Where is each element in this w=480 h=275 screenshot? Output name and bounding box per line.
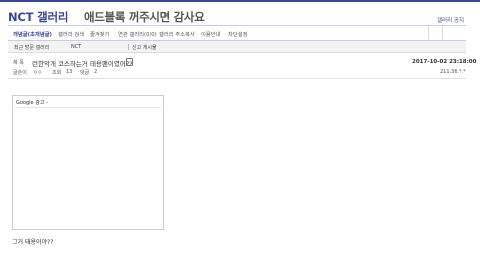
gallery-subtitle: 애드블록 꺼주시면 감사요	[84, 10, 205, 24]
post-title: 런한악개 코스하는거 태용팬이였어??	[32, 60, 133, 68]
ad-label: Google 광고 -	[16, 100, 48, 106]
recent-gallery-link[interactable]: NCT	[71, 44, 81, 50]
report-posts-link[interactable]: 신고 게시물	[132, 44, 157, 51]
views-count: 13	[66, 69, 73, 75]
menu-toggle-button[interactable]	[428, 26, 443, 40]
gallery-notice-link[interactable]: 갤러리 공지	[437, 16, 464, 24]
menu-item-concept-posts[interactable]: 개념글(초개념글)	[13, 30, 52, 38]
menu-item-gallery-search[interactable]: 갤러리 검색	[58, 30, 84, 38]
post-author[interactable]: ㅇㅇ	[33, 69, 42, 76]
top-accent-bar	[0, 0, 480, 2]
menu-item-copy-address[interactable]: 갤러리 주소복사	[159, 30, 195, 38]
author-ip: 211.36.*.*	[440, 69, 466, 75]
ad-divider	[15, 107, 161, 108]
header-divider	[8, 78, 466, 79]
menu-item-favorites[interactable]: 즐겨찾기	[90, 30, 110, 38]
menu-item-usage-guide[interactable]: 이용안내	[201, 30, 221, 38]
gallery-title[interactable]: NCT 갤러리	[8, 9, 68, 25]
title-label: 제 목	[13, 60, 24, 66]
menu-extra-button[interactable]	[442, 26, 475, 40]
menu-item-block-settings[interactable]: 차단설정	[228, 30, 248, 38]
menu-item-related-galleries[interactable]: 연관 갤러리(0/0)	[118, 30, 157, 38]
google-ad-box[interactable]: Google 광고 -	[12, 95, 164, 230]
comments-count[interactable]: 2	[94, 69, 97, 75]
info-divider	[128, 44, 129, 50]
mobile-icon	[126, 58, 133, 66]
recent-visit-bar: 최근 방문 갤러리 NCT 신고 게시물	[8, 41, 466, 53]
views-label: 조회	[52, 70, 62, 76]
recent-visit-label: 최근 방문 갤러리	[14, 45, 50, 51]
post-body: 그거 태용이야??	[12, 239, 54, 246]
author-label: 글쓴이	[13, 70, 27, 76]
comments-label: 댓글	[80, 70, 90, 76]
post-date: 2017-10-02 23:18:00	[412, 59, 477, 65]
gallery-menu-bar: 개념글(초개념글) 갤러리 검색 즐겨찾기 연관 갤러리(0/0) 갤러리 주소…	[8, 25, 466, 41]
